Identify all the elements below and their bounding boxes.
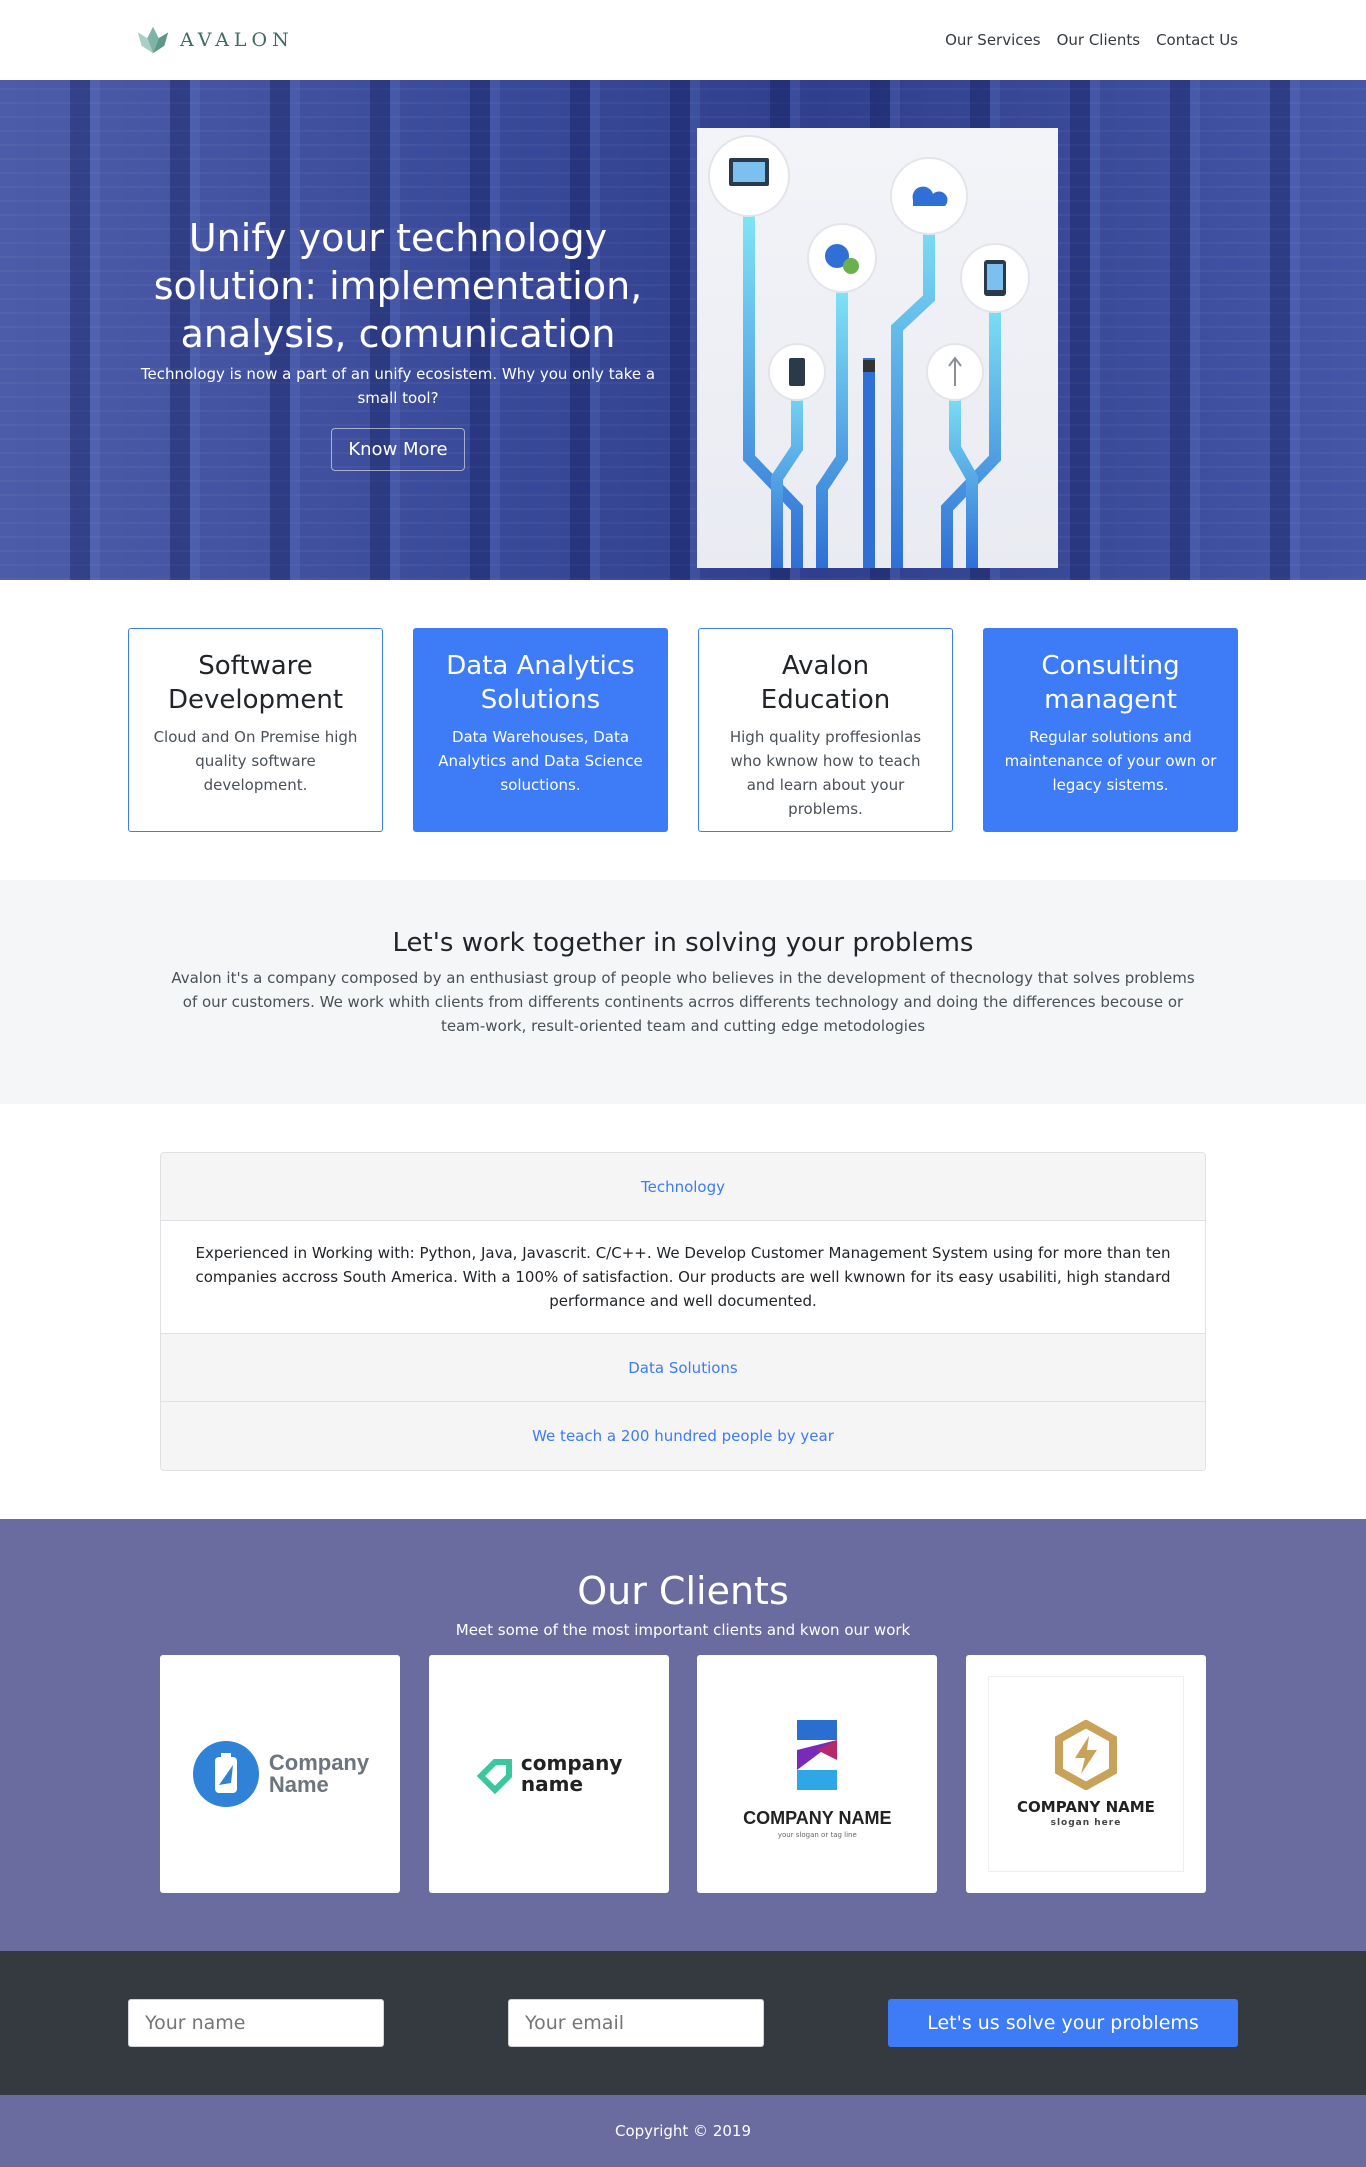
brand[interactable]: AVALON (134, 21, 294, 59)
service-card-consulting: Consulting managent Regular solutions an… (983, 628, 1238, 832)
service-title: Data Analytics Solutions (446, 651, 635, 715)
service-card-education: Avalon Education High quality proffesion… (698, 628, 953, 832)
brand-name: AVALON (180, 29, 294, 51)
service-title: Consulting managent (1041, 651, 1180, 715)
navbar: AVALON Our Services Our Clients Contact … (0, 0, 1366, 80)
accordion-body-technology: Experienced in Working with: Python, Jav… (161, 1221, 1205, 1334)
nav-links: Our Services Our Clients Contact Us (945, 31, 1238, 49)
nav-our-services[interactable]: Our Services (945, 31, 1041, 49)
client-logo-tagline: your slogan or tag line (777, 1830, 857, 1839)
client-card: COMPANY NAME your slogan or tag line (697, 1655, 938, 1893)
client-card: company name (428, 1655, 669, 1893)
battery-leaf-logo-icon (192, 1741, 259, 1807)
client-logo-text: COMPANY NAME (743, 1807, 892, 1828)
clients-title: Our Clients (577, 1569, 789, 1613)
clients-subtitle: Meet some of the most important clients … (455, 1621, 911, 1639)
services-section: Software Development Cloud and On Premis… (0, 580, 1366, 880)
client-logo-text: Company (268, 1750, 370, 1775)
email-input[interactable] (508, 1999, 764, 2047)
service-desc: Data Warehouses, Data Analytics and Data… (438, 728, 643, 794)
client-logo-tagline: slogan here (1050, 1818, 1122, 1828)
about-text: Avalon it's a company composed by an ent… (171, 969, 1195, 1035)
service-card-data-analytics: Data Analytics Solutions Data Warehouses… (413, 628, 668, 832)
client-grid: Company Name company name COMPANY NAME y… (0, 1655, 1366, 1893)
hero-subtitle: Technology is now a part of an unify eco… (140, 365, 656, 407)
submit-button[interactable]: Let's us solve your problems (888, 1999, 1238, 2047)
client-logo-text: name (520, 1772, 584, 1796)
name-input[interactable] (128, 1999, 384, 2047)
know-more-button[interactable]: Know More (331, 428, 465, 471)
client-card: COMPANY NAME slogan here (965, 1655, 1206, 1893)
service-title: Software Development (167, 651, 344, 715)
about-title: Let's work together in solving your prob… (392, 928, 974, 958)
hero-text: Unify your technology solution: implemen… (134, 214, 662, 471)
client-card: Company Name (160, 1655, 400, 1893)
accordion-header-technology[interactable]: Technology (161, 1153, 1205, 1221)
about-section: Let's work together in solving your prob… (0, 880, 1366, 1104)
tech-tree-illustration-icon (708, 135, 1030, 574)
service-desc: High quality proffesionlas who kwnow how… (729, 728, 922, 818)
hexagon-bolt-logo-icon (1054, 1720, 1117, 1790)
client-logo-text: COMPANY NAME (1017, 1798, 1155, 1816)
lotus-logo-icon (137, 26, 169, 54)
clients-section: Our Clients Meet some of the most import… (0, 1519, 1366, 1951)
accordion-section: Technology Experienced in Working with: … (0, 1104, 1366, 1519)
service-desc: Regular solutions and maintenance of you… (1004, 728, 1217, 794)
hero-title: Unify your technology solution: implemen… (153, 216, 643, 356)
contact-form: Let's us solve your problems (0, 1951, 1366, 2095)
client-logo-text: company (520, 1751, 623, 1775)
nav-our-clients[interactable]: Our Clients (1057, 31, 1141, 49)
copyright-text: Copyright © 2019 (614, 2122, 751, 2140)
hero-section: Unify your technology solution: implemen… (0, 80, 1366, 580)
accordion-header-education[interactable]: We teach a 200 hundred people by year (161, 1402, 1205, 1470)
tag-logo-icon (476, 1759, 512, 1794)
hero-illustration (697, 128, 1058, 574)
accordion: Technology Experienced in Working with: … (160, 1152, 1206, 1471)
service-title: Avalon Education (760, 651, 891, 715)
service-card-software: Software Development Cloud and On Premis… (128, 628, 383, 832)
accordion-header-data-solutions[interactable]: Data Solutions (161, 1334, 1205, 1402)
service-desc: Cloud and On Premise high quality softwa… (153, 728, 358, 794)
client-logo-text: Name (268, 1772, 329, 1797)
nav-contact-us[interactable]: Contact Us (1156, 31, 1238, 49)
footer: Copyright © 2019 (0, 2095, 1366, 2167)
z-shape-logo-icon (797, 1719, 838, 1790)
